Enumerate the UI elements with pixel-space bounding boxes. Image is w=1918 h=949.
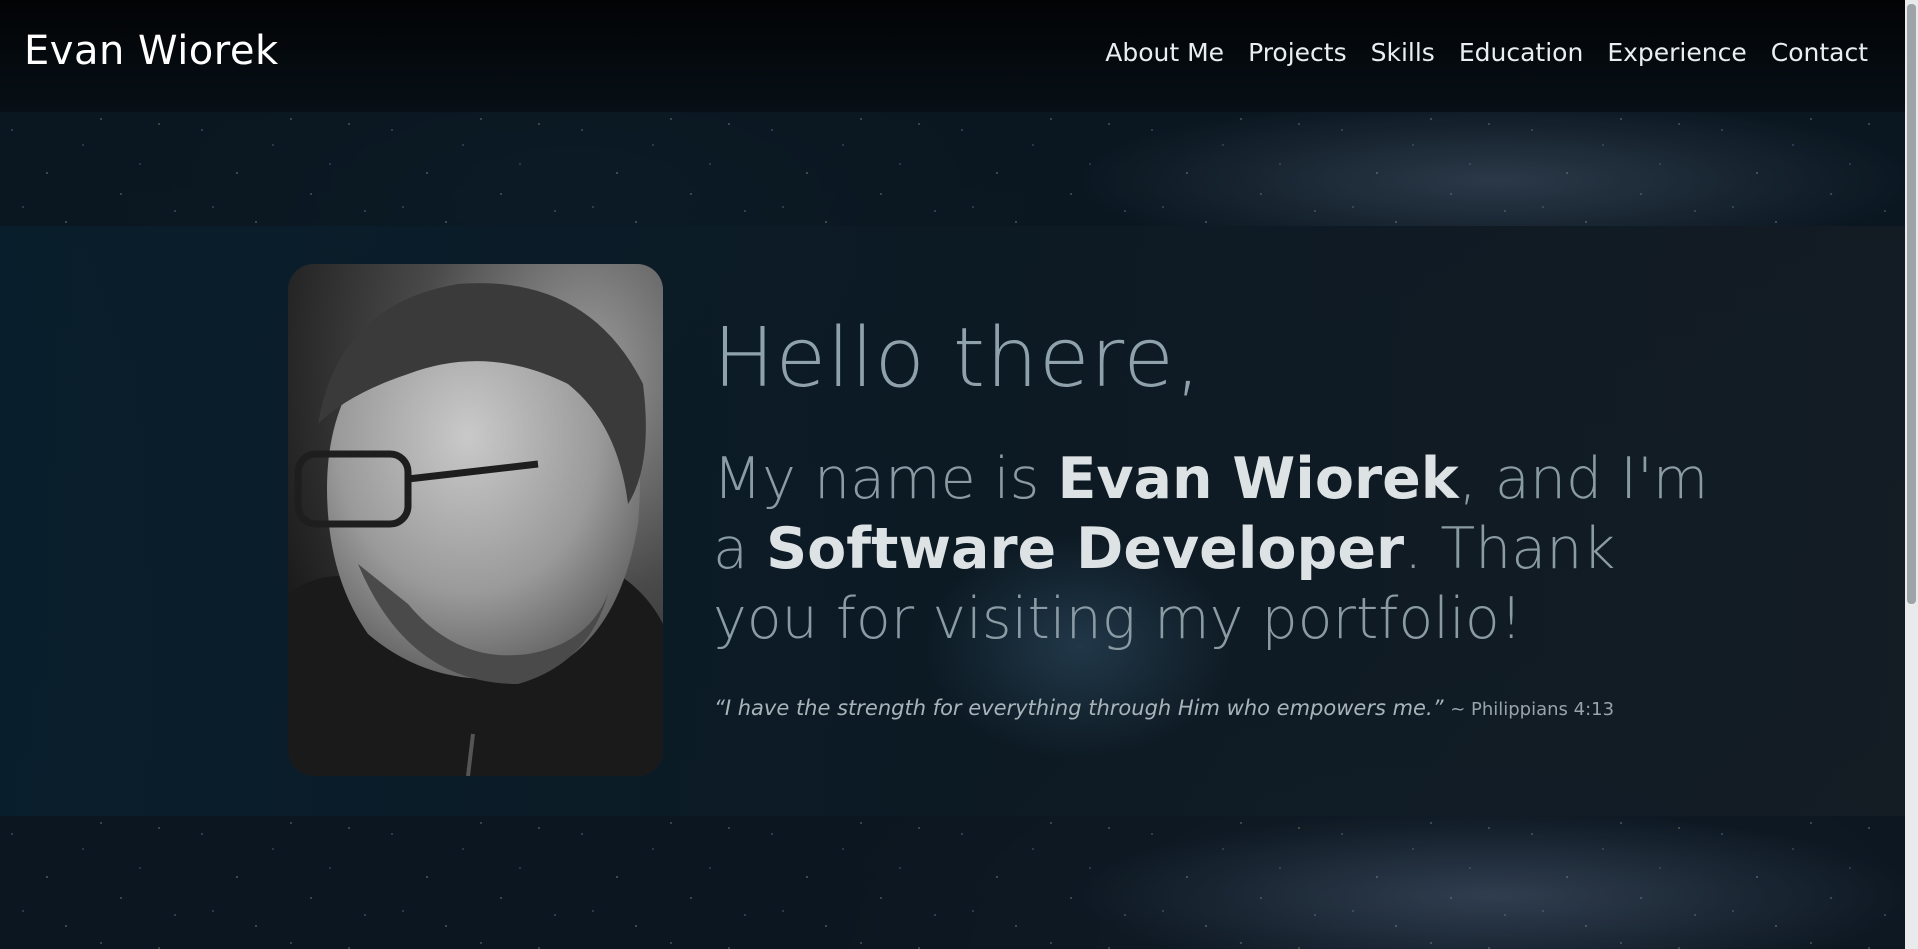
nav-projects[interactable]: Projects: [1248, 38, 1347, 67]
nav-about-me[interactable]: About Me: [1105, 38, 1224, 67]
quote-reference: ~ Philippians 4:13: [1450, 699, 1615, 720]
nav-experience[interactable]: Experience: [1607, 38, 1746, 67]
hero-intro: My name is Evan Wiorek, and I'm a Softwa…: [713, 444, 1713, 654]
navbar: Evan Wiorek About Me Projects Skills Edu…: [0, 0, 1918, 112]
hero-section: Hello there, My name is Evan Wiorek, and…: [0, 226, 1905, 816]
nav-education[interactable]: Education: [1459, 38, 1583, 67]
nav-contact[interactable]: Contact: [1771, 38, 1868, 67]
starfield-top: [0, 112, 1918, 226]
profile-photo-illustration: [288, 264, 663, 776]
quote-text: “I have the strength for everything thro…: [714, 696, 1444, 720]
starfield-bottom: [0, 816, 1918, 949]
intro-text-1: My name is: [713, 446, 1058, 512]
profile-photo: [288, 264, 663, 776]
nav-skills[interactable]: Skills: [1371, 38, 1435, 67]
hero-quote: “I have the strength for everything thro…: [714, 696, 1614, 720]
nav-links: About Me Projects Skills Education Exper…: [1105, 38, 1868, 67]
intro-role: Software Developer: [766, 516, 1405, 582]
hero-greeting: Hello there,: [713, 311, 1202, 406]
scrollbar-thumb[interactable]: [1907, 4, 1916, 604]
intro-name: Evan Wiorek: [1057, 446, 1459, 512]
page: Evan Wiorek About Me Projects Skills Edu…: [0, 0, 1918, 949]
site-brand[interactable]: Evan Wiorek: [24, 28, 279, 74]
